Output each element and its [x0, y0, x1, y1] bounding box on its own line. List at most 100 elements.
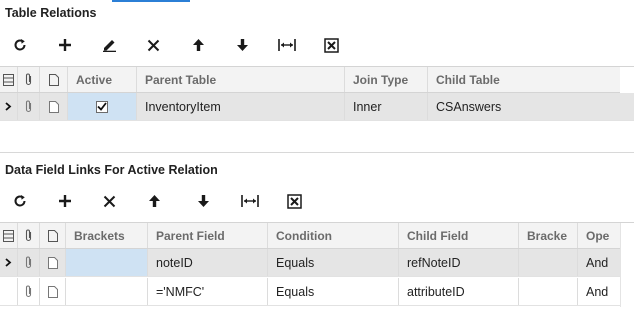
row-attachment[interactable]	[18, 93, 40, 120]
relations-grid-header: Active Parent Table Join Type Child Tabl…	[0, 67, 620, 93]
links-refresh-button[interactable]	[7, 186, 33, 216]
links-add-row-button[interactable]	[52, 186, 78, 216]
export-button[interactable]	[318, 30, 344, 60]
row-selector-icon	[3, 73, 14, 86]
parent-field-cell[interactable]: ='NMFC'	[148, 278, 268, 305]
arrow-down-icon	[236, 39, 248, 51]
links-toolbar	[0, 186, 634, 216]
table-row[interactable]: InventoryItem Inner CSAnswers	[0, 93, 634, 121]
row-selector[interactable]	[0, 278, 18, 305]
child-table-cell[interactable]: CSAnswers	[428, 93, 620, 120]
check-icon	[97, 102, 107, 111]
row-attachment[interactable]	[18, 278, 40, 305]
attachment-header	[18, 67, 40, 92]
active-checkbox[interactable]	[96, 100, 108, 113]
row-note[interactable]	[40, 93, 68, 120]
add-row-button[interactable]	[52, 30, 78, 60]
section-divider	[0, 152, 634, 153]
row-selector-icon	[3, 229, 14, 242]
note-icon	[48, 73, 59, 86]
condition-cell[interactable]: Equals	[268, 278, 399, 305]
child-field-cell[interactable]: attributeID	[399, 278, 519, 305]
arrow-down-icon	[197, 195, 209, 207]
table-row[interactable]: noteID Equals refNoteID And	[0, 249, 620, 277]
child-field-cell[interactable]: refNoteID	[399, 249, 519, 276]
move-down-button[interactable]	[229, 30, 255, 60]
active-tab-indicator	[112, 0, 190, 2]
column-parent-table[interactable]: Parent Table	[137, 67, 345, 92]
plus-icon	[59, 39, 71, 51]
x-icon	[147, 39, 159, 51]
links-grid: Brackets Parent Field Condition Child Fi…	[0, 222, 634, 307]
note-icon	[47, 285, 58, 298]
links-fit-columns-button[interactable]	[237, 186, 263, 216]
paperclip-icon	[25, 100, 32, 113]
chevron-right-icon	[5, 258, 12, 267]
column-brackets-right[interactable]: Bracke	[519, 223, 578, 248]
column-operator[interactable]: Ope	[578, 223, 620, 248]
fit-columns-icon	[241, 195, 259, 207]
move-up-button[interactable]	[185, 30, 211, 60]
links-title: Data Field Links For Active Relation	[5, 163, 218, 177]
links-delete-row-button[interactable]	[96, 186, 122, 216]
column-join-type[interactable]: Join Type	[345, 67, 428, 92]
note-icon	[48, 100, 59, 113]
edit-button[interactable]	[96, 30, 122, 60]
note-icon	[47, 256, 58, 269]
table-row[interactable]: ='NMFC' Equals attributeID And	[0, 278, 620, 306]
parent-table-cell[interactable]: InventoryItem	[137, 93, 345, 120]
delete-row-button[interactable]	[140, 30, 166, 60]
relations-title: Table Relations	[5, 6, 97, 20]
relations-grid: Active Parent Table Join Type Child Tabl…	[0, 66, 634, 121]
brackets-right-cell[interactable]	[519, 278, 578, 305]
row-attachment[interactable]	[18, 249, 40, 276]
note-icon	[47, 229, 58, 242]
column-child-table[interactable]: Child Table	[428, 67, 620, 92]
refresh-button[interactable]	[7, 30, 33, 60]
row-note[interactable]	[40, 278, 66, 305]
links-export-button[interactable]	[281, 186, 307, 216]
pencil-icon	[102, 40, 116, 52]
links-move-up-button[interactable]	[141, 186, 167, 216]
row-note[interactable]	[40, 249, 66, 276]
column-brackets[interactable]: Brackets	[66, 223, 148, 248]
note-header	[40, 67, 68, 92]
brackets-cell[interactable]	[66, 278, 148, 305]
row-selector[interactable]	[0, 249, 18, 276]
active-cell[interactable]	[68, 93, 137, 120]
arrow-up-icon	[148, 195, 160, 207]
row-selector-header	[0, 67, 18, 92]
operator-cell[interactable]: And	[578, 278, 620, 305]
plus-icon	[59, 195, 71, 207]
arrow-up-icon	[192, 39, 204, 51]
row-selector[interactable]	[0, 93, 18, 120]
column-child-field[interactable]: Child Field	[399, 223, 519, 248]
column-condition[interactable]: Condition	[268, 223, 399, 248]
vertical-scrollbar[interactable]	[620, 223, 634, 307]
chevron-right-icon	[5, 102, 12, 111]
fit-columns-button[interactable]	[274, 30, 300, 60]
paperclip-icon	[25, 229, 32, 242]
brackets-cell[interactable]	[66, 249, 148, 276]
refresh-icon	[14, 39, 26, 51]
links-grid-header: Brackets Parent Field Condition Child Fi…	[0, 223, 620, 249]
clear-x-box-icon	[323, 37, 339, 53]
fit-columns-icon	[278, 39, 296, 51]
column-parent-field[interactable]: Parent Field	[148, 223, 268, 248]
note-header	[40, 223, 66, 248]
paperclip-icon	[25, 256, 32, 269]
links-move-down-button[interactable]	[190, 186, 216, 216]
clear-x-box-icon	[286, 193, 302, 209]
paperclip-icon	[25, 73, 32, 86]
refresh-icon	[14, 195, 26, 207]
brackets-right-cell[interactable]	[519, 249, 578, 276]
parent-field-cell[interactable]: noteID	[148, 249, 268, 276]
relations-toolbar	[0, 30, 634, 60]
operator-cell[interactable]: And	[578, 249, 620, 276]
column-active[interactable]: Active	[68, 67, 137, 92]
condition-cell[interactable]: Equals	[268, 249, 399, 276]
join-type-cell[interactable]: Inner	[345, 93, 428, 120]
x-icon	[103, 195, 115, 207]
paperclip-icon	[25, 285, 32, 298]
row-selector-header	[0, 223, 18, 248]
